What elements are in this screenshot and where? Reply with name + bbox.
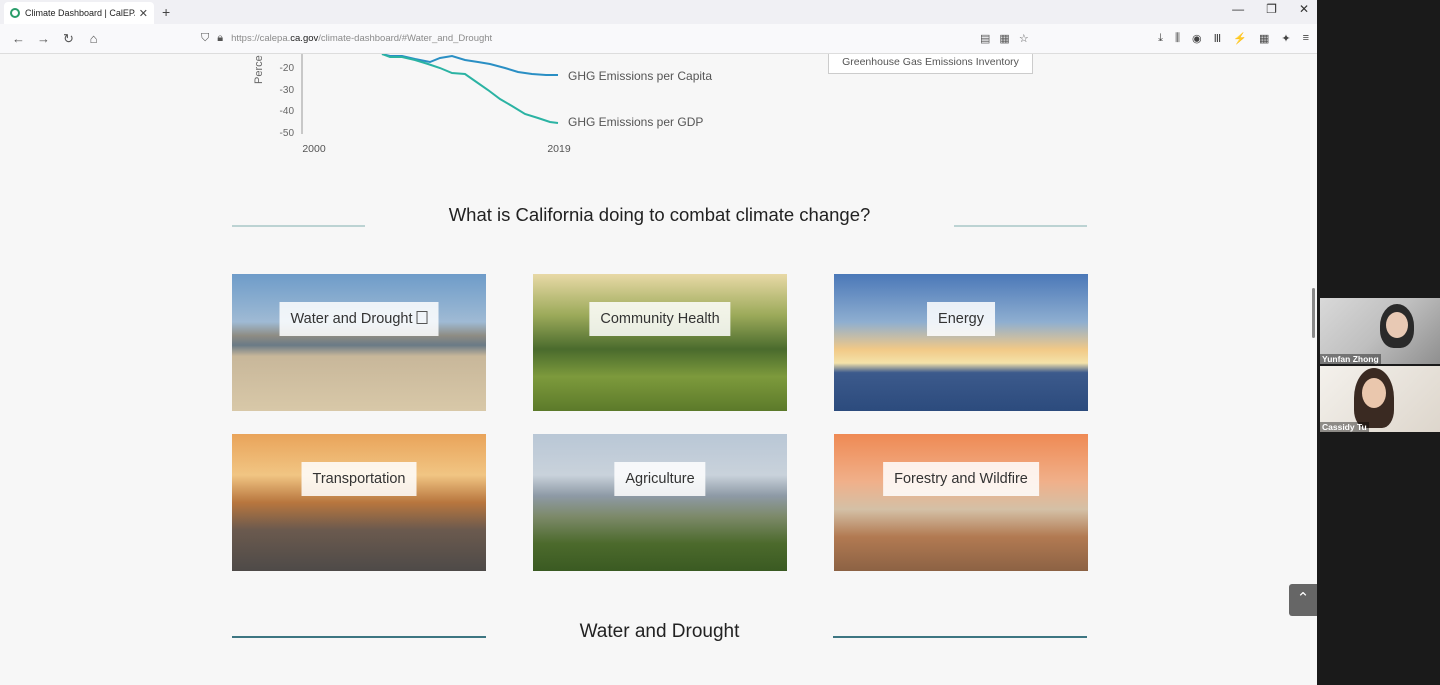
section-heading-block: What is California doing to combat clima… [232, 204, 1087, 234]
water-heading-block: Water and Drought [232, 621, 1087, 651]
section-heading: What is California doing to combat clima… [448, 204, 871, 225]
addon-icon[interactable]: Ⅲ [1214, 32, 1222, 45]
lock-icon[interactable]: 🔒︎ [217, 32, 223, 45]
y-axis-label: Perce [253, 55, 265, 84]
apps-icon[interactable]: ▦ [1259, 32, 1269, 45]
y-tick-label: -20 [280, 63, 295, 74]
card-transportation[interactable]: Transportation [232, 434, 486, 571]
card-label: Forestry and Wildfire [883, 462, 1039, 496]
puzzle-icon[interactable]: ✦ [1281, 32, 1290, 45]
card-community-health[interactable]: Community Health [533, 274, 787, 411]
home-icon[interactable]: ⌂ [81, 31, 106, 46]
divider-right [954, 225, 1087, 227]
participant-name: Yunfan Zhong [1320, 354, 1381, 364]
new-tab-icon[interactable]: + [162, 4, 170, 20]
screen: Climate Dashboard | CalEPA ✕ + — ❐ ✕ ← →… [0, 0, 1440, 685]
series-line-per-gdp [381, 54, 559, 124]
tab-bar: Climate Dashboard | CalEPA ✕ + — ❐ ✕ [0, 0, 1317, 24]
url-domain: ca.gov [290, 33, 319, 44]
y-tick-label: -40 [280, 106, 295, 117]
card-water-and-drought[interactable]: Water and Drought [232, 274, 486, 411]
card-label: Agriculture [614, 462, 706, 496]
participant-video: Yunfan Zhong [1320, 298, 1440, 364]
menu-icon[interactable]: ≡ [1303, 32, 1309, 45]
vpn-icon[interactable]: ◉ [1192, 32, 1202, 45]
scrollbar-thumb[interactable] [1312, 288, 1315, 338]
reader-view-icon[interactable]: ▤ [980, 32, 990, 45]
card-label: Transportation [301, 462, 417, 496]
download-icon[interactable]: ⤓ [1158, 32, 1163, 45]
participant-video: Cassidy Tu [1320, 366, 1440, 432]
tab-title: Climate Dashboard | CalEPA [25, 8, 135, 18]
x-tick-label: 2019 [547, 143, 571, 155]
url-bar[interactable]: https://calepa.ca.gov/climate-dashboard/… [231, 33, 492, 44]
back-icon[interactable]: ← [6, 31, 31, 46]
minimize-icon[interactable]: — [1232, 2, 1244, 16]
participant-face [1362, 378, 1386, 408]
y-tick-label: -50 [280, 128, 295, 139]
extensions-grid-icon[interactable]: ▦ [999, 32, 1009, 45]
url-path: /climate-dashboard/#Water_and_Drought [318, 33, 493, 44]
scroll-to-top-button[interactable]: ⌃ [1289, 584, 1317, 616]
water-heading: Water and Drought [579, 621, 740, 642]
card-label-text: Water and Drought [290, 311, 413, 327]
card-forestry-and-wildfire[interactable]: Forestry and Wildfire [834, 434, 1088, 571]
forward-icon[interactable]: → [31, 31, 56, 46]
bookmark-star-icon[interactable]: ☆ [1019, 32, 1029, 45]
restore-icon[interactable]: ❐ [1266, 2, 1277, 16]
copy-link-icon[interactable] [416, 311, 428, 324]
card-label: Community Health [589, 302, 731, 336]
card-label: Water and Drought [279, 302, 439, 336]
series-label: GHG Emissions per GDP [568, 115, 703, 129]
chart-svg: Perce -20 -30 -40 -50 2000 2019 GHG Emis… [253, 54, 712, 155]
navigation-bar: ← → ↻ ⌂ ⛉ 🔒︎ https://calepa.ca.gov/clima… [0, 24, 1317, 54]
close-window-icon[interactable]: ✕ [1299, 2, 1309, 16]
participant-name: Cassidy Tu [1320, 422, 1369, 432]
favicon-icon [10, 8, 20, 18]
emissions-chart: Perce -20 -30 -40 -50 2000 2019 GHG Emis… [250, 54, 750, 164]
divider-right [833, 636, 1087, 638]
library-icon[interactable]: ⫼ [1175, 32, 1180, 45]
browser-tab[interactable]: Climate Dashboard | CalEPA ✕ [4, 2, 154, 24]
browser-window: Climate Dashboard | CalEPA ✕ + — ❐ ✕ ← →… [0, 0, 1317, 685]
url-prefix: https://calepa. [231, 33, 291, 44]
ghg-inventory-button[interactable]: Greenhouse Gas Emissions Inventory [828, 54, 1033, 74]
y-ticks: -20 -30 -40 -50 [280, 63, 295, 139]
page-content: Perce -20 -30 -40 -50 2000 2019 GHG Emis… [0, 54, 1317, 685]
extension-icon[interactable]: ⚡ [1233, 32, 1247, 45]
card-label: Energy [927, 302, 995, 336]
series-label: GHG Emissions per Capita [568, 69, 712, 83]
close-tab-icon[interactable]: ✕ [139, 7, 148, 20]
y-tick-label: -30 [280, 85, 295, 96]
shield-icon[interactable]: ⛉ [201, 32, 209, 45]
reload-icon[interactable]: ↻ [56, 31, 81, 47]
card-energy[interactable]: Energy [834, 274, 1088, 411]
card-agriculture[interactable]: Agriculture [533, 434, 787, 571]
series-line-per-capita [381, 54, 558, 76]
participant-face [1386, 312, 1408, 338]
x-tick-label: 2000 [302, 143, 326, 155]
